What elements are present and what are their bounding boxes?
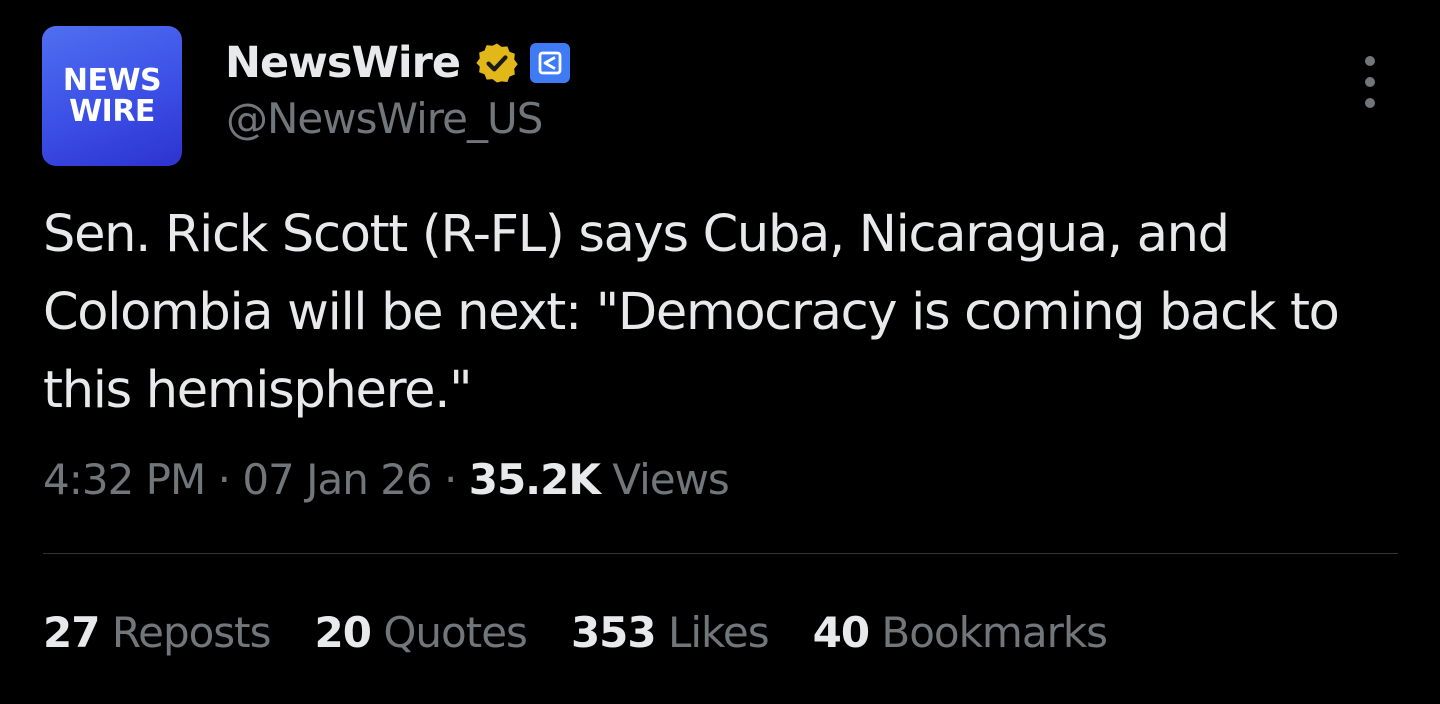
display-name[interactable]: NewsWire: [225, 38, 461, 88]
avatar[interactable]: NEWS WIRE: [42, 26, 182, 166]
account-handle[interactable]: @NewsWire_US: [226, 94, 543, 143]
post-metadata: 4:32 PM · 07 Jan 26 · 35.2K Views: [43, 455, 730, 504]
divider: [43, 553, 1398, 554]
meta-separator: ·: [444, 455, 457, 504]
quotes-count: 20: [314, 608, 372, 657]
affiliate-badge-icon[interactable]: [530, 43, 571, 83]
post-time[interactable]: 4:32 PM: [43, 455, 206, 504]
post-date[interactable]: 07 Jan 26: [242, 455, 432, 504]
bookmarks-count: 40: [812, 608, 870, 657]
more-vertical-icon[interactable]: [1350, 56, 1390, 108]
likes-count: 353: [570, 608, 657, 657]
reposts-label: Reposts: [111, 608, 272, 657]
views-count[interactable]: 35.2K: [469, 455, 601, 504]
likes-stat[interactable]: 353 Likes: [570, 608, 770, 657]
more-dot: [1365, 56, 1375, 66]
bookmarks-label: Bookmarks: [881, 608, 1108, 657]
affiliate-logo-icon: [538, 51, 562, 75]
bookmarks-stat[interactable]: 40 Bookmarks: [812, 608, 1108, 657]
more-dot: [1365, 98, 1375, 108]
engagement-stats: 27 Reposts 20 Quotes 353 Likes 40 Bookma…: [43, 608, 1151, 657]
quotes-label: Quotes: [383, 608, 528, 657]
reposts-count: 27: [43, 608, 100, 657]
reposts-stat[interactable]: 27 Reposts: [43, 608, 272, 657]
avatar-text-wire: WIRE: [69, 94, 155, 129]
verified-gold-checkmark-icon[interactable]: [474, 40, 520, 86]
likes-label: Likes: [667, 608, 770, 657]
name-row: NewsWire: [225, 36, 571, 90]
post-text: Sen. Rick Scott (R-FL) says Cuba, Nicara…: [43, 205, 1340, 420]
quotes-stat[interactable]: 20 Quotes: [314, 608, 528, 657]
views-label: Views: [612, 455, 730, 504]
avatar-text-news: NEWS: [62, 63, 162, 98]
meta-separator: ·: [217, 455, 231, 504]
more-dot: [1365, 77, 1375, 87]
